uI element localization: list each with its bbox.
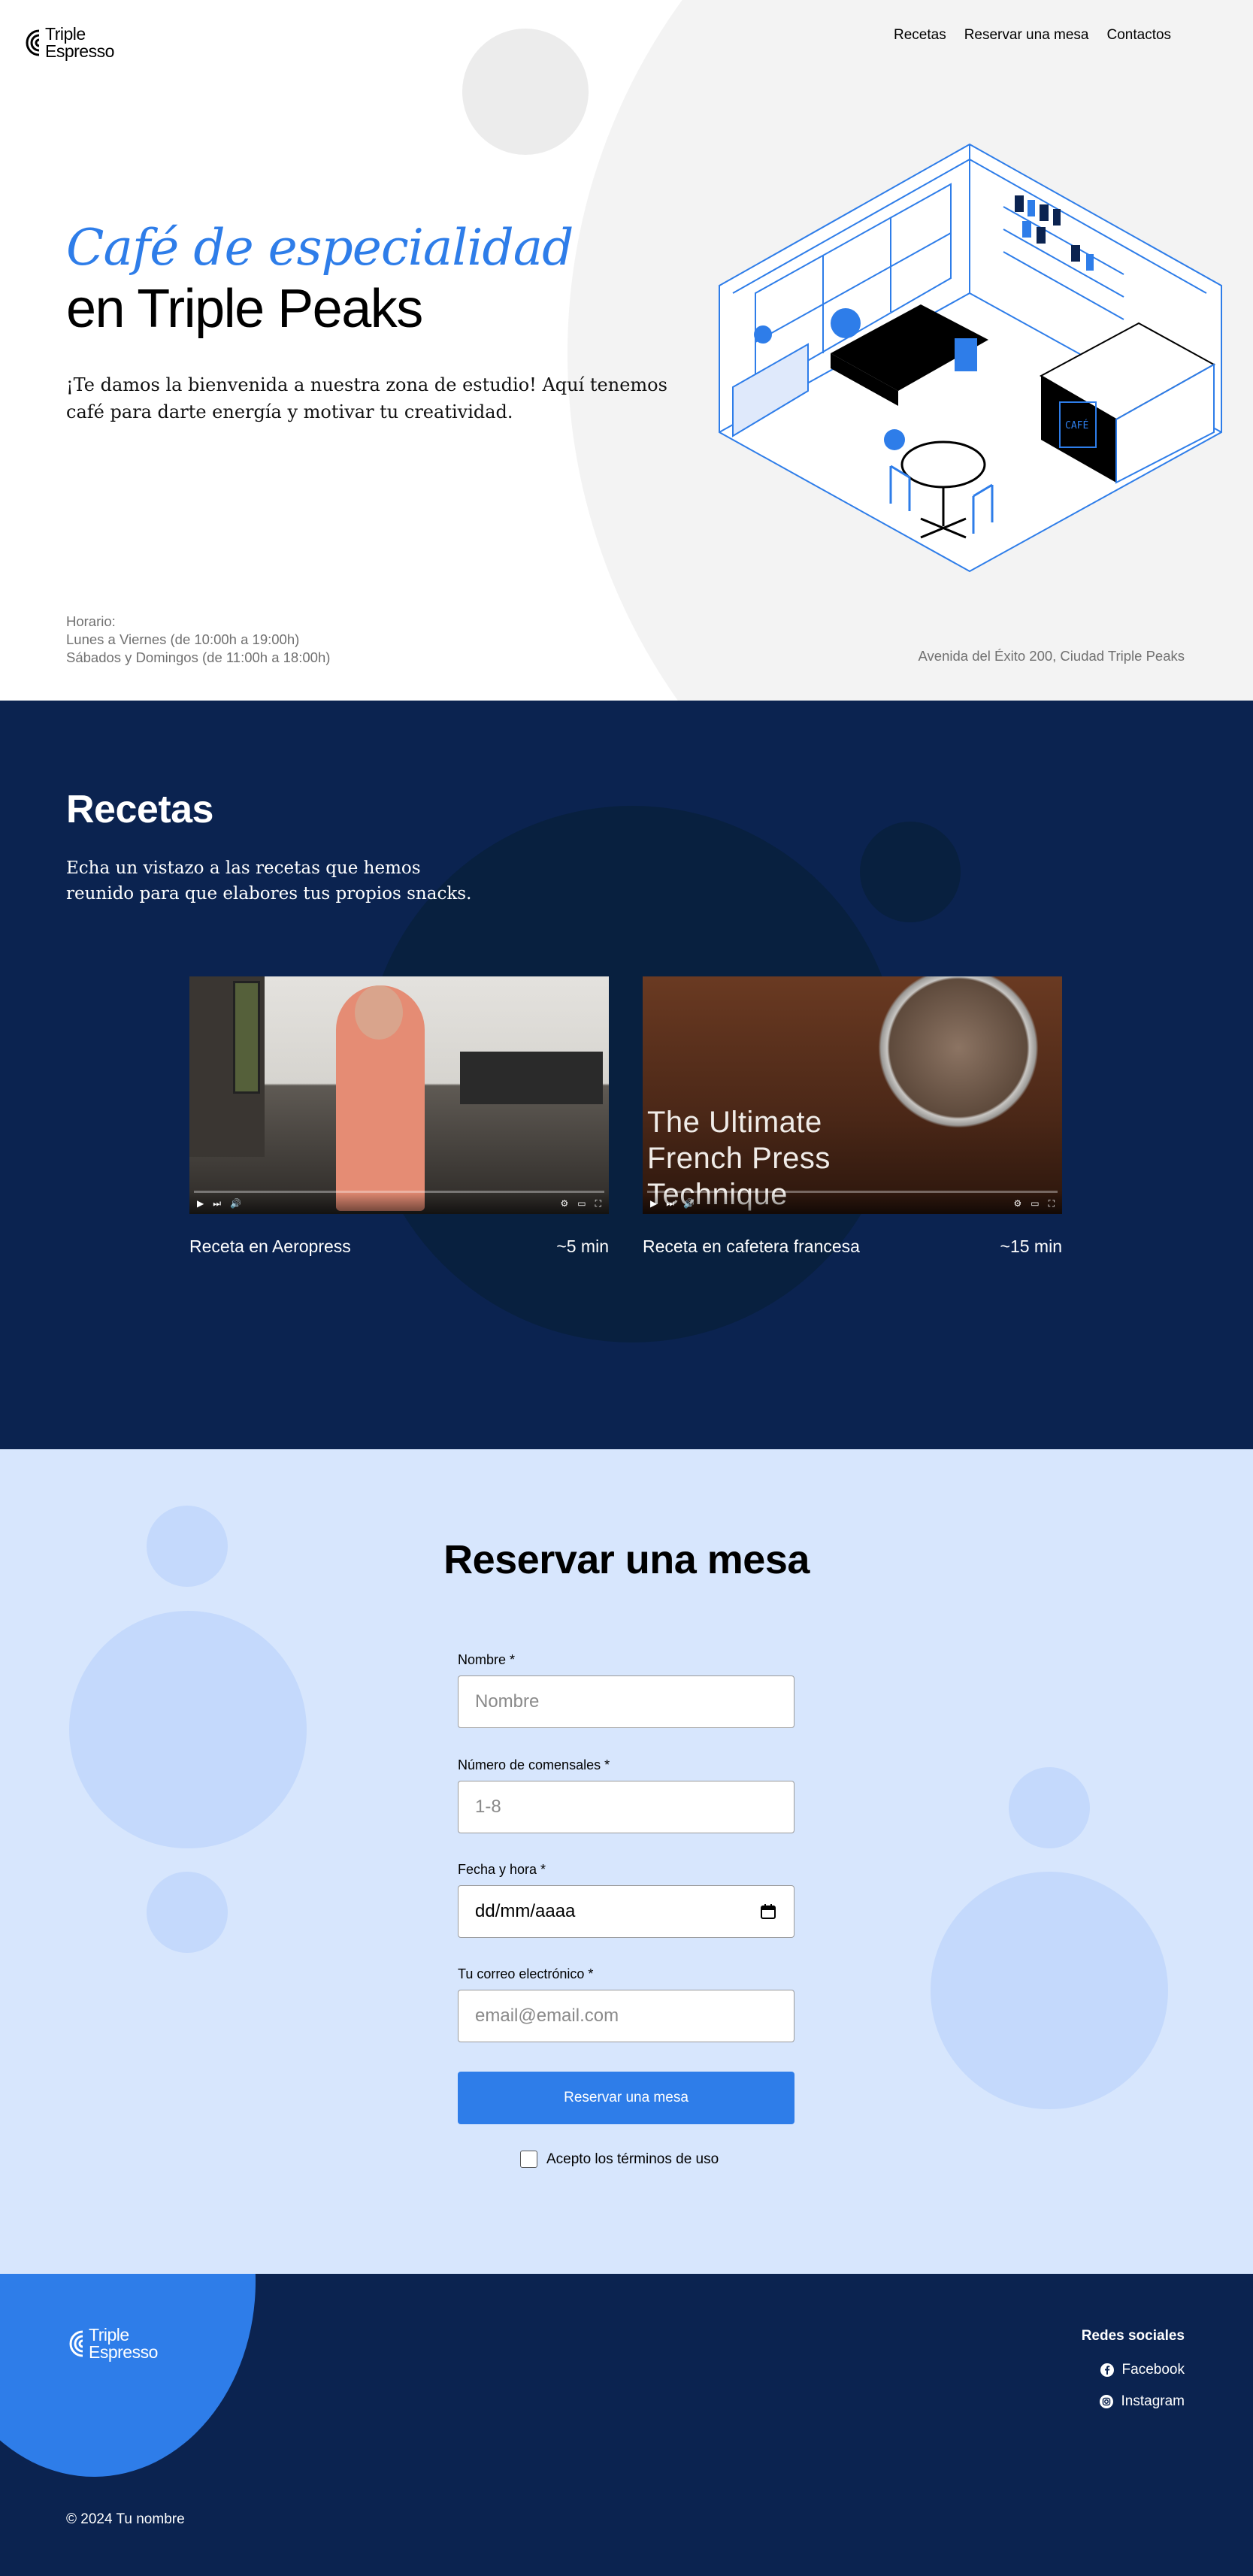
video-meta: Receta en cafetera francesa ~15 min <box>643 1237 1062 1257</box>
hero-title-highlight: Café de especialidad <box>66 219 574 277</box>
footer-logo[interactable]: Triple Espresso <box>66 2326 158 2361</box>
reserve-decorative-circle <box>147 1872 228 1953</box>
reserve-decorative-circle <box>931 1872 1168 2109</box>
field-label: Fecha y hora * <box>458 1862 546 1877</box>
facebook-icon <box>1100 2363 1114 2377</box>
nav-link-reservar[interactable]: Reservar una mesa <box>964 27 1089 44</box>
cafe-illustration: CAFÉ <box>719 143 1222 573</box>
logo-icon <box>69 2330 83 2357</box>
hero-title-rest: en Triple Peaks <box>66 278 423 339</box>
field-label: Nombre * <box>458 1652 516 1667</box>
field-comensales: Número de comensales * <box>458 1757 794 1833</box>
reserve-decorative-circle <box>1009 1767 1090 1848</box>
hero-lead: ¡Te damos la bienvenida a nuestra zona d… <box>66 374 667 422</box>
email-input[interactable] <box>475 1990 777 2042</box>
hero-title: Café de especialidad en Triple Peaks <box>66 219 574 339</box>
logo-text: Triple Espresso <box>89 2325 158 2362</box>
logo-icon <box>26 29 40 56</box>
illustration-sign: CAFÉ <box>1065 419 1088 431</box>
name-input[interactable] <box>475 1676 777 1727</box>
video-player-french-press[interactable]: The Ultimate French Press Technique ▶⏭🔊 … <box>643 976 1062 1214</box>
main-nav: Recetas Reservar una mesa Contactos <box>894 27 1171 44</box>
social-title: Redes sociales <box>1081 2328 1185 2344</box>
nav-link-recetas[interactable]: Recetas <box>894 27 946 44</box>
video-meta: Receta en Aeropress ~5 min <box>189 1237 609 1257</box>
field-label: Número de comensales * <box>458 1757 610 1772</box>
hero-section: Triple Espresso Recetas Reservar una mes… <box>0 0 1253 701</box>
reserve-section: Reservar una mesa Nombre * Número de com… <box>0 1449 1253 2274</box>
video-title: Receta en cafetera francesa <box>643 1237 860 1256</box>
field-fecha: Fecha y hora * dd/mm/aaaa <box>458 1862 794 1938</box>
logo-text: Triple Espresso <box>45 24 114 61</box>
video-controls-right[interactable]: ⚙ ▭ ⛶ <box>560 1198 601 1209</box>
field-label: Tu correo electrónico * <box>458 1966 594 1981</box>
reserve-title: Reservar una mesa <box>443 1537 810 1582</box>
video-duration: ~15 min <box>1000 1237 1062 1256</box>
french-press-image <box>868 976 1049 1134</box>
opening-hours: Horario: Lunes a Viernes (de 10:00h a 19… <box>66 613 331 665</box>
calendar-icon[interactable] <box>759 1902 777 1921</box>
field-nombre: Nombre * <box>458 1652 794 1728</box>
reserve-submit-button[interactable]: Reservar una mesa <box>458 2072 794 2124</box>
copyright: © 2024 Tu nombre <box>66 2511 185 2527</box>
address: Avenida del Éxito 200, Ciudad Triple Pea… <box>918 648 1185 664</box>
recipes-lead: Echa un vistazo a las recetas que hemos … <box>66 858 472 904</box>
recipes-decorative-dot <box>860 822 961 922</box>
footer-decorative-shape <box>0 2274 256 2477</box>
instagram-icon <box>1099 2395 1113 2408</box>
video-card-french-press: The Ultimate French Press Technique ▶⏭🔊 … <box>643 976 1062 1257</box>
video-duration: ~5 min <box>556 1237 609 1256</box>
terms-checkbox[interactable] <box>520 2151 537 2168</box>
video-controls-right[interactable]: ⚙ ▭ ⛶ <box>1013 1198 1055 1209</box>
recipes-title: Recetas <box>66 788 213 831</box>
hero-decorative-circle <box>462 29 589 155</box>
social-link-instagram[interactable]: Instagram <box>1099 2393 1185 2410</box>
field-email: Tu correo electrónico * <box>458 1966 794 2042</box>
video-controls-left[interactable]: ▶ ⏭ 🔊 <box>650 1198 695 1209</box>
footer: Triple Espresso Redes sociales Facebook … <box>0 2274 1253 2576</box>
header-logo[interactable]: Triple Espresso <box>23 26 114 60</box>
guests-input[interactable] <box>475 1781 777 1833</box>
terms-label: Acepto los términos de uso <box>546 2151 719 2167</box>
video-title: Receta en Aeropress <box>189 1237 351 1256</box>
reserve-decorative-circle <box>69 1611 307 1848</box>
video-player-aeropress[interactable]: ▶ ⏭ 🔊 ⚙ ▭ ⛶ <box>189 976 609 1214</box>
video-card-aeropress: ▶ ⏭ 🔊 ⚙ ▭ ⛶ Receta en Aeropress ~5 min <box>189 976 609 1257</box>
nav-link-contactos[interactable]: Contactos <box>1107 27 1172 44</box>
recipes-section: Recetas Echa un vistazo a las recetas qu… <box>0 701 1253 1449</box>
datetime-input[interactable]: dd/mm/aaaa <box>458 1885 794 1938</box>
datetime-value: dd/mm/aaaa <box>475 1901 576 1921</box>
social-link-facebook[interactable]: Facebook <box>1100 2362 1185 2378</box>
video-controls-left[interactable]: ▶ ⏭ 🔊 <box>197 1198 241 1209</box>
terms-checkbox-row[interactable]: Acepto los términos de uso <box>520 2151 719 2168</box>
